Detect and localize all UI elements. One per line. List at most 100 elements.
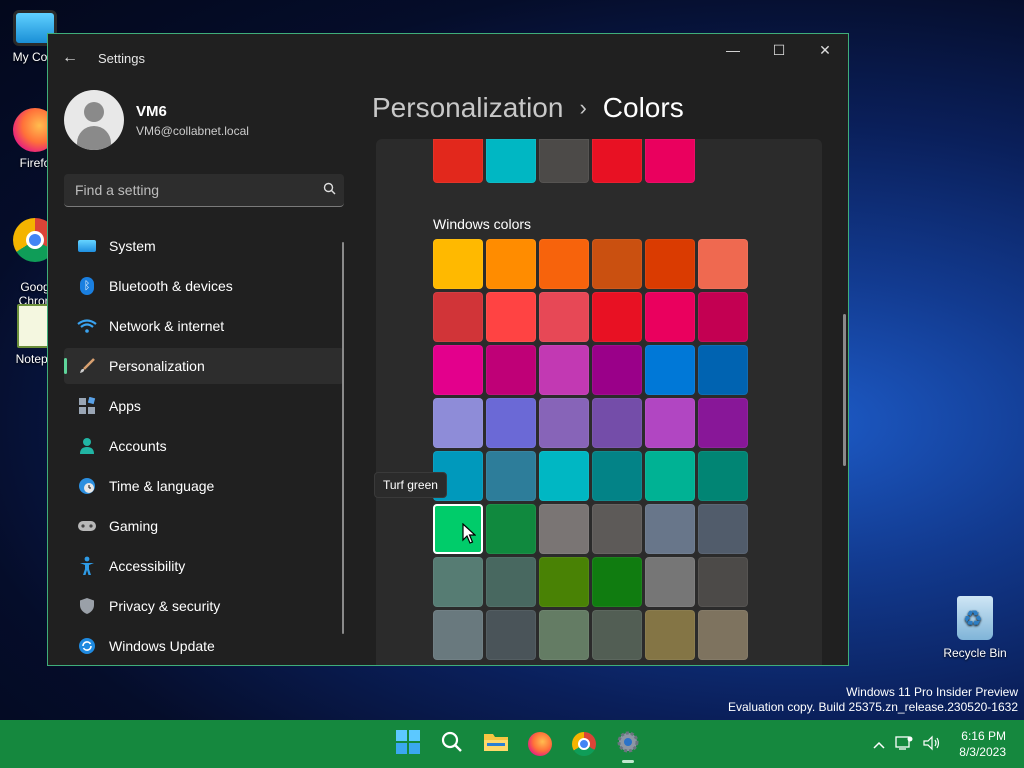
- search-box[interactable]: [64, 174, 344, 207]
- color-swatch[interactable]: [698, 557, 748, 607]
- sidebar-item-accessibility[interactable]: Accessibility: [64, 548, 344, 584]
- desktop-icon-recycle-bin[interactable]: Recycle Bin: [940, 596, 1010, 660]
- color-swatch[interactable]: [486, 557, 536, 607]
- sidebar-item-label: Bluetooth & devices: [109, 278, 233, 294]
- color-swatch[interactable]: [433, 292, 483, 342]
- sidebar-item-bluetooth[interactable]: ᛒ Bluetooth & devices: [64, 268, 344, 304]
- network-icon[interactable]: [895, 735, 913, 754]
- color-swatch[interactable]: [486, 610, 536, 660]
- color-swatch[interactable]: [698, 239, 748, 289]
- color-swatch[interactable]: [433, 557, 483, 607]
- sidebar-item-gaming[interactable]: Gaming: [64, 508, 344, 544]
- color-swatch[interactable]: [539, 345, 589, 395]
- taskbar-clock[interactable]: 6:16 PM 8/3/2023: [959, 728, 1006, 760]
- color-swatch[interactable]: [645, 504, 695, 554]
- color-swatch[interactable]: [698, 451, 748, 501]
- minimize-button[interactable]: —: [710, 34, 756, 66]
- color-swatch[interactable]: [645, 239, 695, 289]
- back-arrow-icon[interactable]: ←: [62, 49, 84, 67]
- color-swatch[interactable]: [539, 610, 589, 660]
- search-input[interactable]: [64, 182, 314, 198]
- title-bar[interactable]: ← Settings — ☐ ✕: [48, 34, 848, 82]
- color-swatch[interactable]: [645, 557, 695, 607]
- sidebar-item-system[interactable]: System: [64, 228, 344, 264]
- maximize-button[interactable]: ☐: [756, 34, 802, 66]
- color-swatch[interactable]: [645, 610, 695, 660]
- update-icon: [76, 636, 98, 656]
- color-swatch[interactable]: [592, 239, 642, 289]
- wifi-icon: [76, 316, 98, 336]
- color-swatch[interactable]: [486, 292, 536, 342]
- color-swatch[interactable]: [698, 398, 748, 448]
- color-swatch[interactable]: [486, 345, 536, 395]
- sidebar-scrollbar[interactable]: [342, 242, 344, 634]
- close-button[interactable]: ✕: [802, 34, 848, 66]
- color-swatch[interactable]: [486, 504, 536, 554]
- color-swatch[interactable]: [433, 398, 483, 448]
- show-hidden-icons-button[interactable]: [873, 737, 885, 752]
- recent-color-swatch[interactable]: [539, 139, 589, 183]
- windows-colors-grid: [433, 239, 748, 660]
- color-swatch[interactable]: [539, 504, 589, 554]
- clock-time: 6:16 PM: [961, 729, 1006, 743]
- sidebar-item-label: Gaming: [109, 518, 159, 534]
- settings-window: ← Settings — ☐ ✕ VM6 VM6@collabnet.local…: [47, 33, 849, 666]
- color-swatch[interactable]: [645, 398, 695, 448]
- profile-email: VM6@collabnet.local: [136, 123, 249, 138]
- color-swatch[interactable]: [486, 451, 536, 501]
- color-swatch[interactable]: [698, 610, 748, 660]
- color-swatch[interactable]: [433, 610, 483, 660]
- start-button[interactable]: [386, 724, 430, 764]
- breadcrumb-parent[interactable]: Personalization: [372, 92, 563, 124]
- color-swatch[interactable]: [645, 292, 695, 342]
- color-swatch[interactable]: [592, 345, 642, 395]
- recent-color-swatch[interactable]: [645, 139, 695, 183]
- color-swatch[interactable]: [539, 557, 589, 607]
- volume-icon[interactable]: [923, 735, 941, 754]
- sidebar-item-personalization[interactable]: Personalization: [64, 348, 344, 384]
- taskbar-file-explorer-button[interactable]: [474, 724, 518, 764]
- sidebar-item-accounts[interactable]: Accounts: [64, 428, 344, 464]
- evaluation-watermark: Windows 11 Pro Insider Preview Evaluatio…: [728, 685, 1018, 715]
- search-icon[interactable]: [314, 182, 344, 198]
- color-swatch[interactable]: [486, 398, 536, 448]
- color-swatch[interactable]: [698, 292, 748, 342]
- sidebar-item-time-language[interactable]: Time & language: [64, 468, 344, 504]
- taskbar-search-button[interactable]: [430, 724, 474, 764]
- color-swatch[interactable]: [433, 239, 483, 289]
- watermark-line: Evaluation copy. Build 25375.zn_release.…: [728, 700, 1018, 714]
- desktop-icon-label: Recycle Bin: [943, 646, 1007, 660]
- color-swatch[interactable]: [592, 557, 642, 607]
- recent-color-swatch[interactable]: [486, 139, 536, 183]
- color-swatch[interactable]: [539, 239, 589, 289]
- color-swatch[interactable]: [645, 345, 695, 395]
- color-swatch[interactable]: [539, 451, 589, 501]
- sidebar-item-apps[interactable]: Apps: [64, 388, 344, 424]
- taskbar-settings-button[interactable]: [606, 724, 650, 764]
- color-swatch[interactable]: [592, 292, 642, 342]
- taskbar-chrome-button[interactable]: [562, 724, 606, 764]
- recent-color-swatch[interactable]: [433, 139, 483, 183]
- clock-date: 8/3/2023: [959, 745, 1006, 759]
- color-swatch[interactable]: [645, 451, 695, 501]
- color-swatch[interactable]: [592, 398, 642, 448]
- sidebar-item-privacy[interactable]: Privacy & security: [64, 588, 344, 624]
- taskbar-firefox-button[interactable]: [518, 724, 562, 764]
- color-swatch[interactable]: [592, 610, 642, 660]
- sidebar-item-network[interactable]: Network & internet: [64, 308, 344, 344]
- color-swatch[interactable]: [433, 345, 483, 395]
- user-profile[interactable]: VM6 VM6@collabnet.local: [64, 90, 249, 150]
- content-scrollbar[interactable]: [843, 314, 846, 466]
- color-swatch[interactable]: [592, 504, 642, 554]
- color-swatch[interactable]: [698, 345, 748, 395]
- mouse-cursor-icon: [462, 522, 477, 550]
- windows-logo-icon: [396, 729, 420, 759]
- color-swatch[interactable]: [592, 451, 642, 501]
- color-swatch[interactable]: [486, 239, 536, 289]
- color-swatch[interactable]: [698, 504, 748, 554]
- sidebar-item-windows-update[interactable]: Windows Update: [64, 628, 344, 664]
- sidebar-nav: System ᛒ Bluetooth & devices Network & i…: [64, 228, 344, 665]
- recent-color-swatch[interactable]: [592, 139, 642, 183]
- color-swatch[interactable]: [539, 398, 589, 448]
- color-swatch[interactable]: [539, 292, 589, 342]
